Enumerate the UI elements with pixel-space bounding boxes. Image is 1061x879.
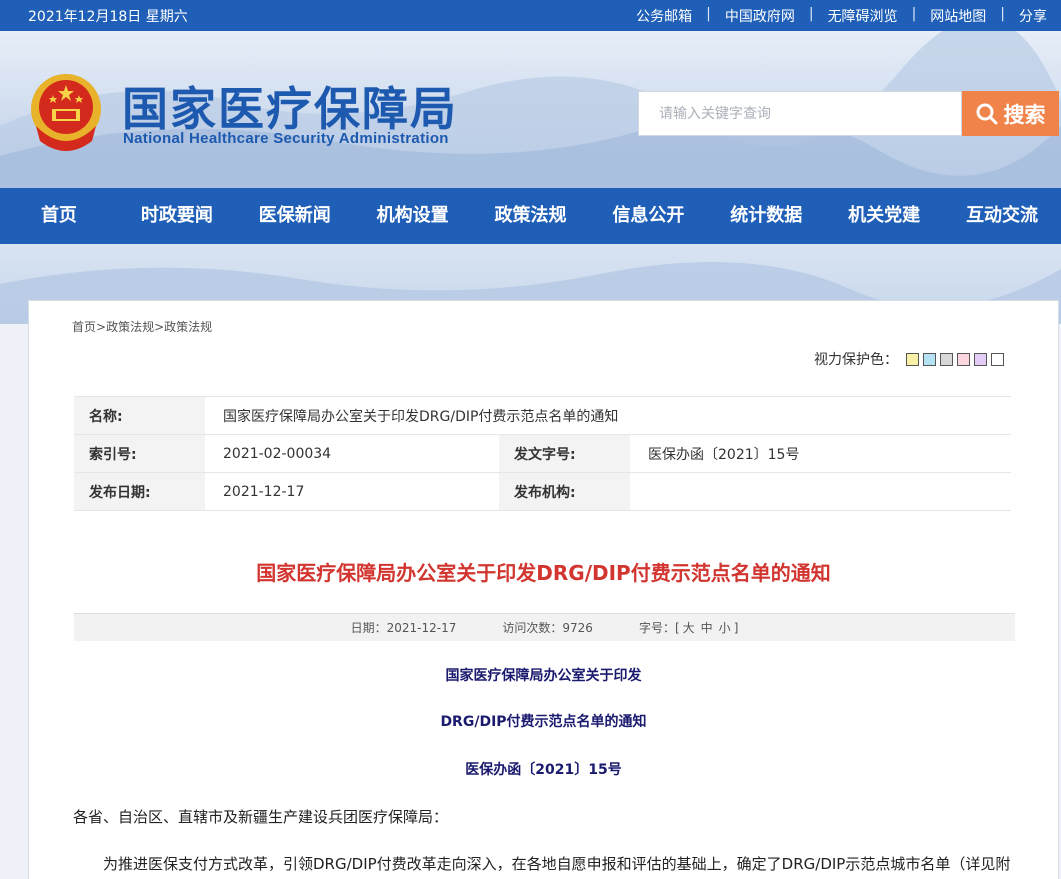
nav-interaction[interactable]: 互动交流: [943, 188, 1061, 244]
meta-date-value: 2021-12-17: [205, 472, 499, 511]
color-swatch-gray[interactable]: [940, 352, 953, 366]
nav-party-building[interactable]: 机关党建: [825, 188, 943, 244]
info-date-value: 2021-12-17: [386, 620, 457, 635]
search-button[interactable]: 搜索: [962, 91, 1059, 136]
breadcrumb-separator: >: [96, 320, 107, 334]
table-row: 索引号: 2021-02-00034 发文字号: 医保办函〔2021〕15号: [74, 434, 1011, 473]
document-metadata-table: 名称: 国家医疗保障局办公室关于印发DRG/DIP付费示范点名单的通知 索引号:…: [74, 396, 1011, 511]
link-sitemap[interactable]: 网站地图: [916, 6, 1000, 26]
meta-org-label: 发布机构:: [499, 472, 630, 511]
nav-info-disclosure[interactable]: 信息公开: [589, 188, 707, 244]
meta-date-label: 发布日期:: [74, 472, 205, 511]
site-title-en: National Healthcare Security Administrat…: [123, 130, 449, 147]
doc-title-line-1: 国家医疗保障局办公室关于印发: [445, 668, 642, 684]
link-accessibility[interactable]: 无障碍浏览: [814, 6, 912, 26]
current-date: 2021年12月18日 星期六: [28, 9, 188, 25]
table-row: 发布日期: 2021-12-17 发布机构:: [74, 472, 1011, 511]
search-icon: [976, 103, 997, 124]
meta-docno-value: 医保办函〔2021〕15号: [630, 434, 1011, 473]
nav-home[interactable]: 首页: [0, 188, 118, 244]
national-emblem-icon: [31, 74, 101, 151]
article-info-bar: 日期： 2021-12-17 访问次数： 9726 字号： [ 大 中 小 ]: [74, 613, 1015, 641]
font-size-medium[interactable]: 中: [701, 619, 713, 636]
meta-name-value: 国家医疗保障局办公室关于印发DRG/DIP付费示范点名单的通知: [205, 396, 1011, 435]
meta-docno-label: 发文字号:: [499, 434, 630, 473]
info-visits-label: 访问次数：: [502, 621, 563, 635]
font-size-small[interactable]: 小: [719, 619, 731, 636]
link-gov[interactable]: 中国政府网: [711, 6, 809, 26]
nav-policies[interactable]: 政策法规: [472, 188, 590, 244]
breadcrumb-home[interactable]: 首页: [72, 320, 96, 334]
search-box: [638, 91, 962, 136]
breadcrumb-policies[interactable]: 政策法规: [106, 320, 154, 334]
info-date-label: 日期：: [350, 621, 387, 635]
breadcrumb-separator: >: [154, 320, 165, 334]
meta-index-value: 2021-02-00034: [205, 434, 499, 473]
eye-protection-picker: 视力保护色：: [814, 349, 1004, 369]
top-links: 公务邮箱 | 中国政府网 | 无障碍浏览 | 网站地图 | 分享: [622, 6, 1061, 26]
doc-number: 医保办函〔2021〕15号: [465, 762, 622, 778]
doc-title-line-2: DRG/DIP付费示范点名单的通知: [440, 714, 647, 730]
nav-politics-news[interactable]: 时政要闻: [118, 188, 236, 244]
breadcrumb: 首页>政策法规>政策法规: [72, 318, 212, 335]
main-nav: 首页 时政要闻 医保新闻 机构设置 政策法规 信息公开 统计数据 机关党建 互动…: [0, 188, 1061, 244]
salutation: 各省、自治区、直辖市及新疆生产建设兵团医疗保障局：: [73, 808, 449, 826]
color-swatch-blue[interactable]: [923, 352, 936, 366]
color-swatch-white[interactable]: [991, 352, 1004, 366]
content-card: 首页>政策法规>政策法规 视力保护色： 名称: 国家医疗保障局办公室关于印发DR…: [28, 300, 1059, 879]
table-row: 名称: 国家医疗保障局办公室关于印发DRG/DIP付费示范点名单的通知: [74, 396, 1011, 435]
breadcrumb-policies-current[interactable]: 政策法规: [164, 320, 212, 334]
color-swatch-pink[interactable]: [957, 352, 970, 366]
nav-healthcare-news[interactable]: 医保新闻: [236, 188, 354, 244]
meta-index-label: 索引号:: [74, 434, 205, 473]
link-share[interactable]: 分享: [1005, 6, 1061, 26]
top-bar: 2021年12月18日 星期六 公务邮箱 | 中国政府网 | 无障碍浏览 | 网…: [0, 0, 1061, 31]
font-size-large[interactable]: 大: [683, 619, 695, 636]
font-bracket-close: ]: [733, 620, 739, 635]
font-bracket-open: [: [674, 620, 680, 635]
search-button-label: 搜索: [1003, 102, 1046, 127]
color-swatch-yellow[interactable]: [906, 352, 919, 366]
meta-org-value: [630, 472, 1011, 511]
body-paragraph: 为推进医保支付方式改革，引领DRG/DIP付费改革走向深入，在各地自愿申报和评估…: [103, 855, 1011, 873]
color-swatch-purple[interactable]: [974, 352, 987, 366]
site-header: 国家医疗保障局 National Healthcare Security Adm…: [0, 31, 1061, 188]
info-font-label: 字号：: [638, 621, 675, 635]
search-input[interactable]: [657, 92, 951, 135]
link-mailbox[interactable]: 公务邮箱: [622, 6, 706, 26]
eye-protection-label: 视力保护色：: [814, 352, 898, 368]
info-visits-value: 9726: [562, 620, 593, 635]
nav-statistics[interactable]: 统计数据: [707, 188, 825, 244]
nav-organization[interactable]: 机构设置: [354, 188, 472, 244]
article-headline: 国家医疗保障局办公室关于印发DRG/DIP付费示范点名单的通知: [256, 561, 831, 585]
meta-name-label: 名称:: [74, 396, 205, 435]
